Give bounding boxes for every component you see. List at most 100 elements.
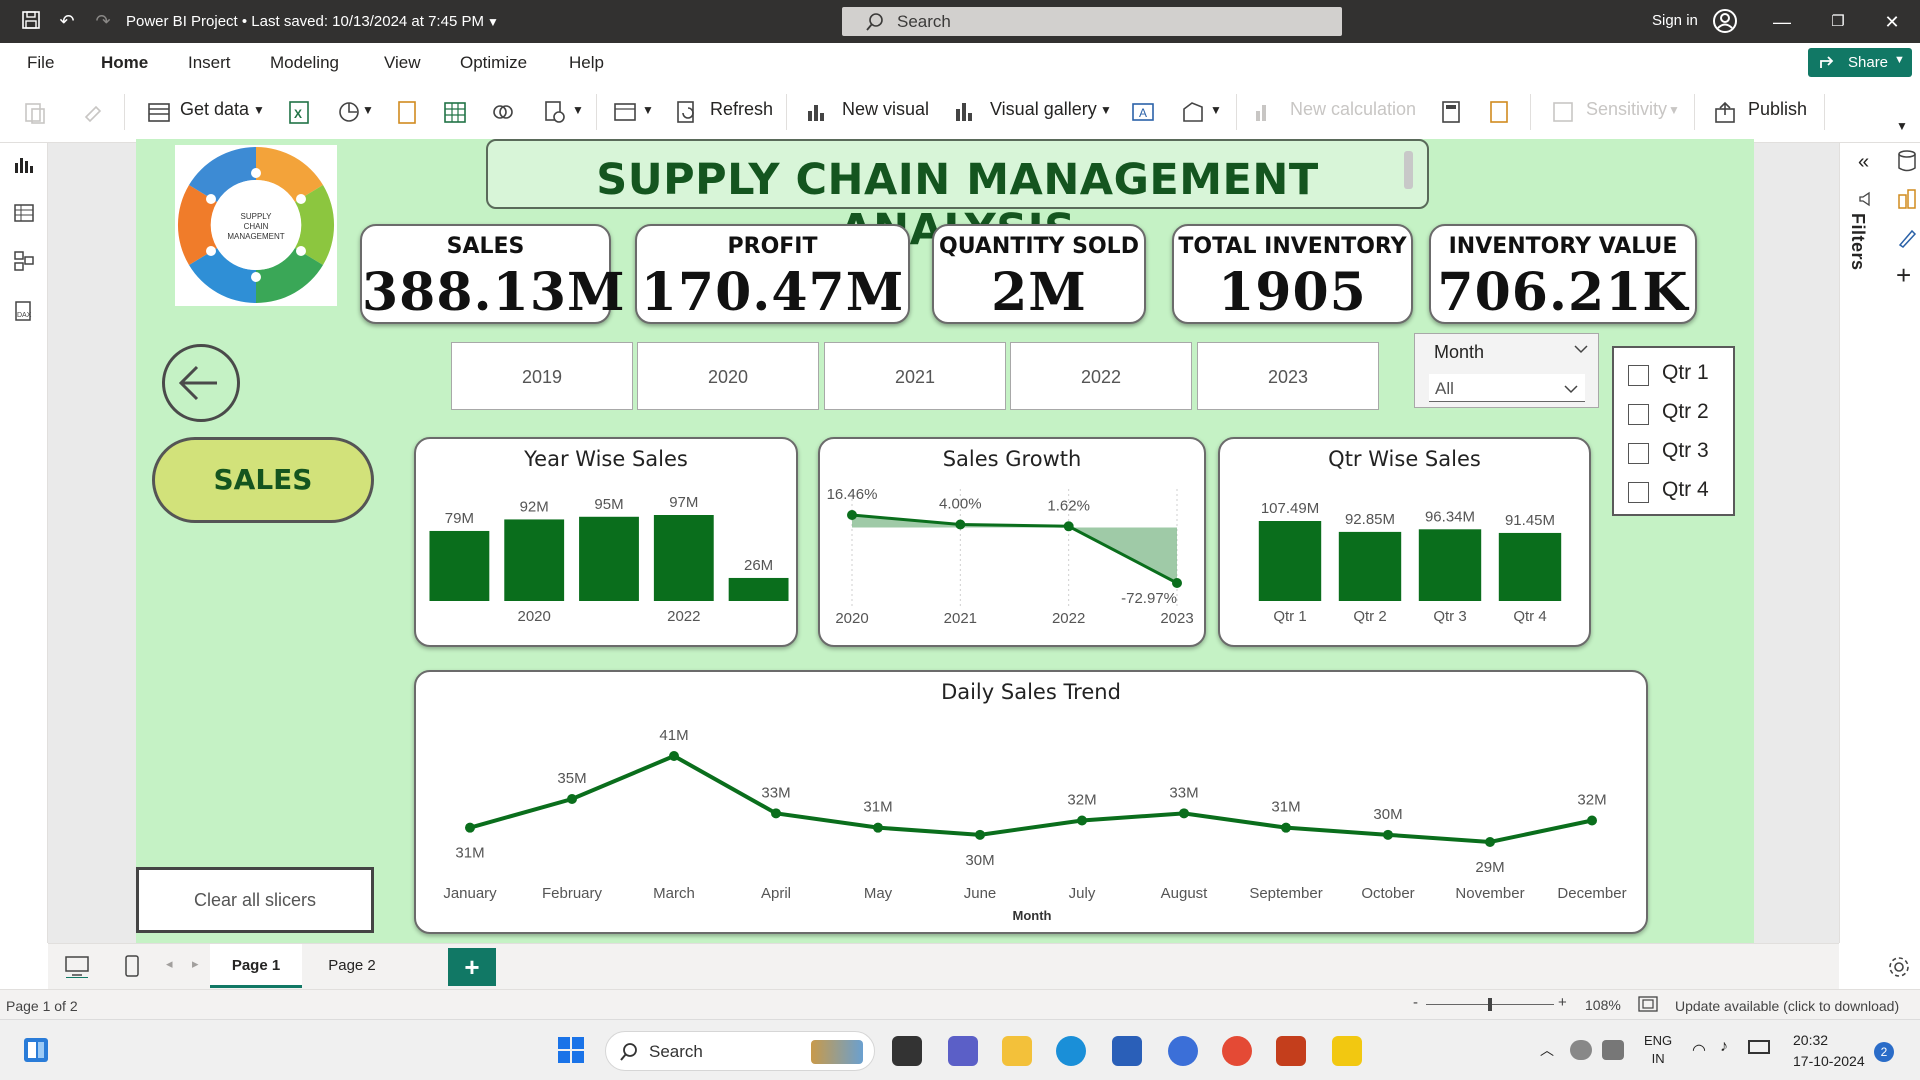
visual-gallery-chevron-icon[interactable]: ▼ bbox=[1100, 103, 1112, 117]
store-icon[interactable] bbox=[1112, 1036, 1142, 1066]
excel-icon[interactable]: X bbox=[286, 99, 312, 125]
task-view-icon[interactable] bbox=[892, 1036, 922, 1066]
format-painter-icon[interactable] bbox=[82, 99, 108, 125]
transform-chevron-icon[interactable]: ▼ bbox=[572, 103, 584, 117]
restore-button[interactable]: ❐ bbox=[1818, 8, 1858, 36]
page-tab-1[interactable]: Page 1 bbox=[210, 944, 302, 988]
text-box-icon[interactable]: A bbox=[1130, 99, 1156, 125]
zoom-slider[interactable] bbox=[1426, 998, 1554, 1011]
chrome-icon[interactable] bbox=[1222, 1036, 1252, 1066]
wifi-icon[interactable]: ◠ bbox=[1692, 1040, 1706, 1060]
app-a-icon[interactable] bbox=[1168, 1036, 1198, 1066]
mobile-layout-icon[interactable] bbox=[124, 954, 140, 983]
zoom-level[interactable]: 108% bbox=[1585, 997, 1621, 1013]
ribbon-collapse-icon[interactable]: ▼ bbox=[1896, 119, 1908, 133]
year-button-2021[interactable]: 2021 bbox=[824, 342, 1006, 410]
new-visual-button[interactable]: New visual bbox=[842, 99, 929, 120]
year-button-2023[interactable]: 2023 bbox=[1197, 342, 1379, 410]
search-input[interactable]: Search bbox=[842, 7, 1342, 36]
clock-time[interactable]: 20:32 bbox=[1793, 1032, 1828, 1048]
dataverse-icon[interactable] bbox=[336, 99, 362, 125]
save-icon[interactable] bbox=[20, 10, 42, 32]
year-button-2022[interactable]: 2022 bbox=[1010, 342, 1192, 410]
model-view-icon[interactable] bbox=[12, 249, 36, 278]
fit-to-page-icon[interactable] bbox=[1638, 996, 1658, 1015]
minimize-button[interactable]: — bbox=[1762, 8, 1802, 36]
dataverse-chevron-icon[interactable]: ▼ bbox=[362, 103, 374, 117]
enter-data-icon[interactable] bbox=[442, 99, 468, 125]
recent-sources-icon[interactable] bbox=[490, 99, 516, 125]
paste-icon[interactable] bbox=[22, 99, 48, 125]
update-available-link[interactable]: Update available (click to download) bbox=[1675, 998, 1899, 1014]
menu-home[interactable]: Home bbox=[101, 53, 148, 73]
filters-label[interactable]: Filters bbox=[1847, 213, 1868, 271]
table-view-icon[interactable] bbox=[612, 99, 638, 125]
qtr-2-checkbox[interactable] bbox=[1628, 404, 1649, 425]
notification-badge[interactable]: 2 bbox=[1874, 1042, 1894, 1062]
settings-gear-icon[interactable] bbox=[1887, 955, 1911, 984]
edge-icon[interactable] bbox=[1056, 1036, 1086, 1066]
dax-query-icon[interactable]: DAX bbox=[12, 299, 36, 328]
volume-icon[interactable]: ♪ bbox=[1720, 1038, 1728, 1056]
add-page-button[interactable]: + bbox=[448, 948, 496, 986]
show-hidden-icons[interactable]: ︿ bbox=[1540, 1040, 1554, 1060]
zoom-slider-thumb[interactable] bbox=[1488, 998, 1492, 1011]
more-visuals-icon[interactable] bbox=[1180, 99, 1206, 125]
month-dropdown[interactable]: All bbox=[1429, 374, 1585, 402]
widgets-icon[interactable] bbox=[22, 1036, 50, 1064]
battery-icon[interactable] bbox=[1748, 1040, 1770, 1054]
undo-icon[interactable]: ↶ bbox=[56, 10, 78, 32]
sign-in-link[interactable]: Sign in bbox=[1652, 12, 1698, 29]
title-scrollbar[interactable] bbox=[1404, 151, 1413, 189]
menu-help[interactable]: Help bbox=[569, 53, 604, 73]
onedrive-icon[interactable] bbox=[1570, 1040, 1592, 1060]
page-tab-2[interactable]: Page 2 bbox=[306, 944, 398, 988]
menu-insert[interactable]: Insert bbox=[188, 53, 231, 73]
sensitivity-chevron-icon[interactable]: ▼ bbox=[1668, 103, 1680, 117]
qtr-3-checkbox[interactable] bbox=[1628, 443, 1649, 464]
data-pane-icon[interactable] bbox=[1896, 149, 1918, 178]
visual-gallery-button[interactable]: Visual gallery bbox=[990, 99, 1097, 120]
file-explorer-icon[interactable] bbox=[1002, 1036, 1032, 1066]
clock-date[interactable]: 17-10-2024 bbox=[1793, 1053, 1865, 1069]
title-dropdown-icon[interactable]: ▼ bbox=[482, 11, 504, 33]
expand-filters-icon[interactable]: « bbox=[1858, 151, 1869, 174]
format-pane-icon[interactable] bbox=[1896, 225, 1918, 254]
get-data-chevron-icon[interactable]: ▼ bbox=[253, 103, 265, 117]
zoom-in-icon[interactable]: + bbox=[1558, 994, 1567, 1011]
power-bi-icon[interactable] bbox=[1332, 1036, 1362, 1066]
menu-optimize[interactable]: Optimize bbox=[460, 53, 527, 73]
redo-icon[interactable]: ↷ bbox=[92, 10, 114, 32]
add-pane-icon[interactable]: + bbox=[1896, 262, 1911, 288]
new-calculation-button[interactable]: New calculation bbox=[1290, 99, 1416, 120]
language-indicator[interactable]: ENG IN bbox=[1644, 1032, 1672, 1068]
prev-page-icon[interactable]: ◂ bbox=[166, 956, 173, 972]
qtr-4-checkbox[interactable] bbox=[1628, 482, 1649, 503]
next-page-icon[interactable]: ▸ bbox=[192, 956, 199, 972]
sales-nav-button[interactable]: SALES bbox=[152, 437, 374, 523]
year-button-2019[interactable]: 2019 bbox=[451, 342, 633, 410]
teams-icon[interactable] bbox=[948, 1036, 978, 1066]
calculator-icon[interactable] bbox=[1438, 99, 1464, 125]
start-icon[interactable] bbox=[556, 1035, 586, 1065]
zoom-out-icon[interactable]: - bbox=[1413, 994, 1418, 1011]
publish-button[interactable]: Publish bbox=[1748, 99, 1807, 120]
qtr-1-checkbox[interactable] bbox=[1628, 365, 1649, 386]
sensitivity-button[interactable]: Sensitivity bbox=[1586, 99, 1667, 120]
refresh-button[interactable]: Refresh bbox=[710, 99, 773, 120]
more-visuals-chevron-icon[interactable]: ▼ bbox=[1210, 103, 1222, 117]
transform-data-icon[interactable] bbox=[542, 99, 568, 125]
menu-modeling[interactable]: Modeling bbox=[270, 53, 339, 73]
menu-file[interactable]: File bbox=[27, 53, 54, 73]
account-icon[interactable] bbox=[1712, 8, 1737, 33]
close-button[interactable]: ✕ bbox=[1872, 8, 1912, 36]
powerpoint-icon[interactable] bbox=[1276, 1036, 1306, 1066]
quick-measure-icon[interactable] bbox=[1486, 99, 1512, 125]
back-button[interactable] bbox=[162, 344, 240, 422]
clear-all-slicers-button[interactable]: Clear all slicers bbox=[136, 867, 374, 933]
sql-server-icon[interactable] bbox=[394, 99, 420, 125]
get-data-button[interactable]: Get data bbox=[180, 99, 249, 120]
month-header-chevron-icon[interactable] bbox=[1573, 342, 1589, 360]
menu-view[interactable]: View bbox=[384, 53, 421, 73]
sync-icon[interactable] bbox=[1602, 1040, 1624, 1060]
